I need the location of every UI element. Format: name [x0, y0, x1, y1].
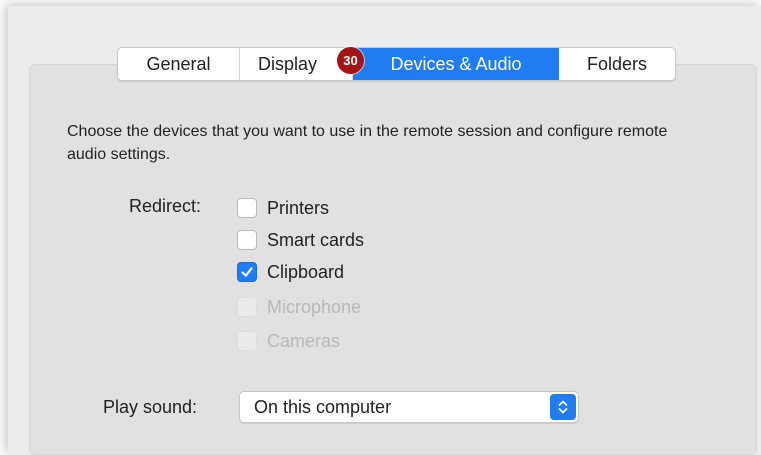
tab-bar: General Display Devices & Audio Folders	[117, 47, 676, 81]
tab-devices-audio[interactable]: Devices & Audio	[353, 48, 559, 80]
play-sound-select[interactable]: On this computer	[239, 391, 579, 423]
microphone-checkbox	[237, 297, 257, 317]
tab-display[interactable]: Display	[240, 48, 353, 80]
description-text: Choose the devices that you want to use …	[67, 123, 668, 163]
cameras-option: Cameras	[237, 330, 340, 352]
smart-cards-checkbox[interactable]	[237, 230, 257, 250]
printers-option[interactable]: Printers	[237, 197, 329, 219]
updown-chevron-icon[interactable]	[550, 394, 576, 420]
microphone-option: Microphone	[237, 296, 361, 318]
microphone-label: Microphone	[267, 296, 362, 317]
clipboard-label: Clipboard	[267, 261, 345, 282]
tab-general[interactable]: General	[118, 48, 240, 80]
smart-cards-label: Smart cards	[267, 229, 365, 250]
annotation-badge: 30	[337, 47, 364, 74]
printers-label: Printers	[267, 197, 330, 218]
play-sound-value: On this computer	[254, 397, 392, 417]
redirect-label: Redirect:	[129, 196, 202, 216]
tab-folders[interactable]: Folders	[559, 48, 675, 80]
checkmark-icon	[241, 267, 253, 277]
cameras-checkbox	[237, 331, 257, 351]
smart-cards-option[interactable]: Smart cards	[237, 229, 364, 251]
clipboard-option[interactable]: Clipboard	[237, 261, 344, 283]
play-sound-label: Play sound:	[103, 397, 198, 417]
printers-checkbox[interactable]	[237, 198, 257, 218]
cameras-label: Cameras	[267, 330, 341, 351]
clipboard-checkbox[interactable]	[237, 262, 257, 282]
